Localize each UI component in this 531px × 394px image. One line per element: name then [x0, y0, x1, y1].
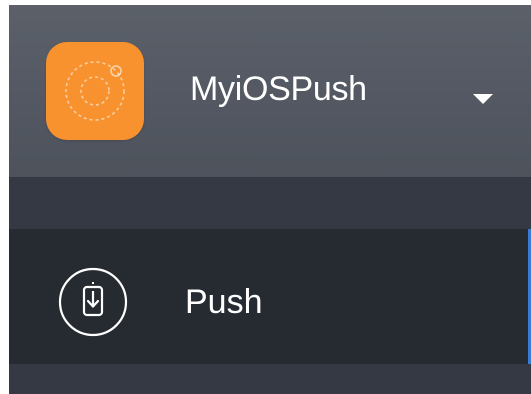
app-name: MyiOSPush: [190, 70, 367, 108]
sidebar-panel: MyiOSPush Push: [9, 5, 531, 394]
app-frame: MyiOSPush Push: [0, 0, 531, 394]
section-spacer: [9, 177, 531, 229]
app-logo-icon: [46, 42, 144, 140]
push-download-icon: [58, 267, 128, 337]
nav-item-push[interactable]: Push: [9, 229, 531, 364]
nav-item-label: Push: [185, 283, 263, 321]
sidebar-footer-space: [9, 364, 531, 394]
app-switcher[interactable]: MyiOSPush: [9, 5, 531, 177]
caret-down-icon[interactable]: [472, 93, 494, 105]
